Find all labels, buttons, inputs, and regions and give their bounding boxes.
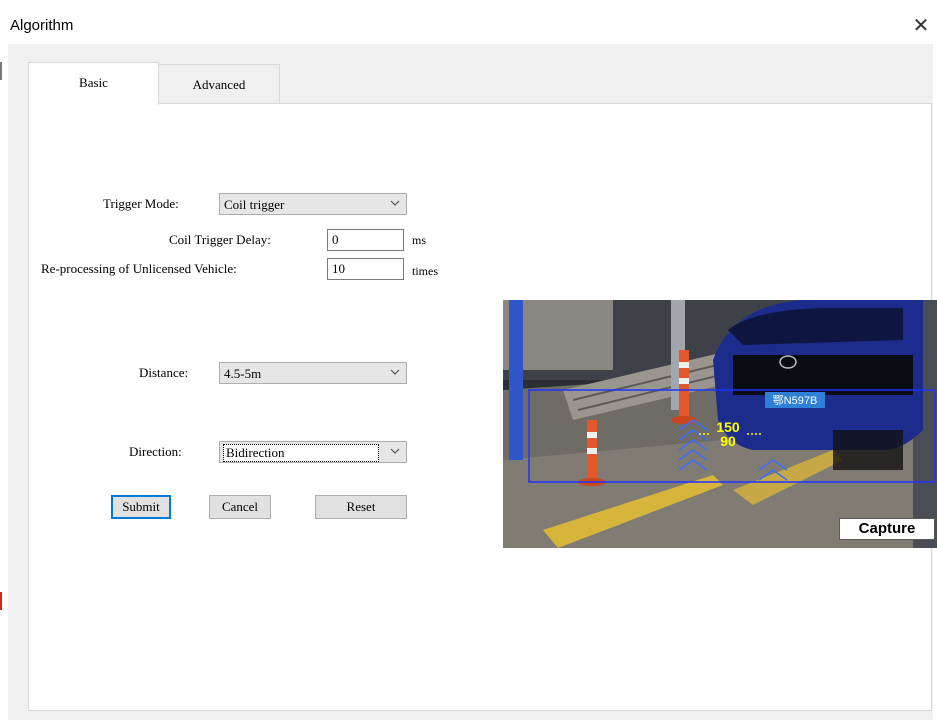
reprocessing-label: Re-processing of Unlicensed Vehicle:: [41, 261, 237, 276]
tab-advanced[interactable]: Advanced: [158, 64, 280, 104]
ms-unit-label: ms: [412, 233, 427, 247]
chevron-down-icon: [390, 200, 400, 206]
submit-button[interactable]: Submit: [111, 495, 171, 519]
tab-label: Basic: [79, 75, 108, 90]
cancel-button[interactable]: Cancel: [209, 495, 271, 519]
distance-select[interactable]: 4.5-5m: [219, 362, 407, 384]
capture-button[interactable]: Capture: [839, 518, 935, 540]
dialog-body: Basic Advanced Trigger Mode: Coil trigge…: [8, 44, 937, 720]
tab-basic[interactable]: Basic: [28, 62, 159, 105]
times-unit-label: times: [412, 264, 438, 278]
direction-value: Bidirection: [223, 444, 379, 462]
trigger-mode-label: Trigger Mode:: [103, 196, 179, 211]
camera-frame-image: 鄂N597B 150 90: [503, 300, 937, 548]
title-bar: Algorithm ✕: [0, 0, 937, 44]
close-icon[interactable]: ✕: [911, 16, 931, 36]
trigger-mode-select[interactable]: Coil trigger: [219, 193, 407, 215]
overlay-bottom-value: 90: [720, 433, 736, 449]
window-title: Algorithm: [10, 17, 74, 34]
trigger-mode-value: Coil trigger: [224, 197, 285, 212]
license-plate-text: 鄂N597B: [773, 394, 818, 407]
tab-label: Advanced: [192, 77, 246, 92]
camera-preview[interactable]: 鄂N597B 150 90 Capture: [503, 300, 937, 548]
chevron-down-icon: [390, 369, 400, 375]
background-edge-mark: [0, 592, 2, 610]
background-edge-mark: [0, 62, 2, 80]
basic-tab-panel: Trigger Mode: Coil trigger Coil Trigger …: [28, 103, 937, 711]
reprocessing-input[interactable]: 10: [327, 258, 404, 280]
direction-select[interactable]: Bidirection: [219, 441, 407, 463]
coil-trigger-delay-input[interactable]: 0: [327, 229, 404, 251]
coil-trigger-delay-label: Coil Trigger Delay:: [169, 232, 271, 247]
distance-value: 4.5-5m: [224, 366, 262, 381]
chevron-down-icon: [390, 448, 400, 454]
reset-button[interactable]: Reset: [315, 495, 407, 519]
direction-label: Direction:: [129, 444, 182, 459]
distance-label: Distance:: [139, 365, 189, 380]
